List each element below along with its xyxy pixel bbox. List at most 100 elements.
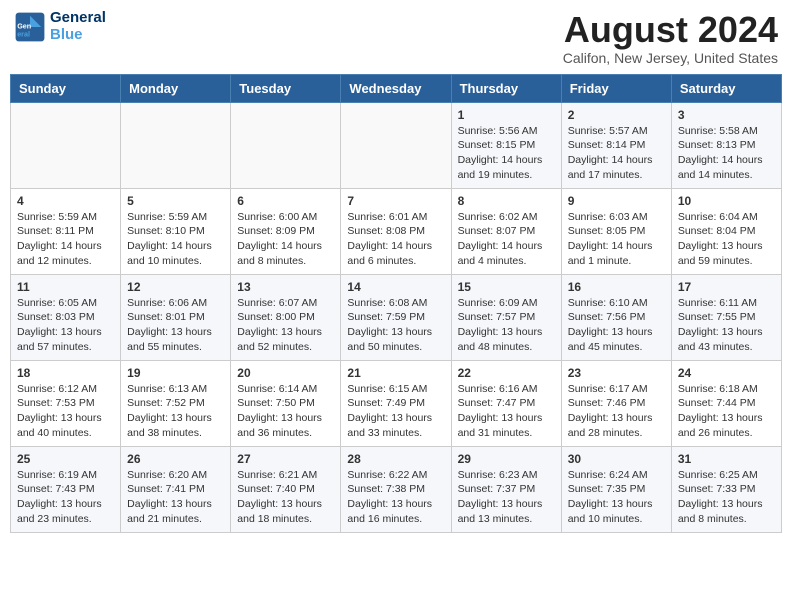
day-info: Sunrise: 5:57 AM Sunset: 8:14 PM Dayligh… (568, 124, 665, 183)
day-info: Sunrise: 6:25 AM Sunset: 7:33 PM Dayligh… (678, 468, 775, 527)
calendar-cell (11, 102, 121, 188)
day-number: 1 (458, 108, 555, 122)
day-number: 14 (347, 280, 444, 294)
week-row-5: 25 Sunrise: 6:19 AM Sunset: 7:43 PM Dayli… (11, 446, 782, 532)
day-number: 11 (17, 280, 114, 294)
day-info: Sunrise: 6:14 AM Sunset: 7:50 PM Dayligh… (237, 382, 334, 441)
week-row-3: 11 Sunrise: 6:05 AM Sunset: 8:03 PM Dayli… (11, 274, 782, 360)
day-info: Sunrise: 6:06 AM Sunset: 8:01 PM Dayligh… (127, 296, 224, 355)
calendar-cell: 6 Sunrise: 6:00 AM Sunset: 8:09 PM Daylig… (231, 188, 341, 274)
day-info: Sunrise: 6:09 AM Sunset: 7:57 PM Dayligh… (458, 296, 555, 355)
calendar-cell: 7Sunrise: 6:01 AM Sunset: 8:08 PM Daylig… (341, 188, 451, 274)
logo: Gen eral General Blue (14, 10, 106, 43)
day-number: 22 (458, 366, 555, 380)
calendar-cell: 2 Sunrise: 5:57 AM Sunset: 8:14 PM Daylig… (561, 102, 671, 188)
day-number: 16 (568, 280, 665, 294)
calendar-cell: 25 Sunrise: 6:19 AM Sunset: 7:43 PM Dayli… (11, 446, 121, 532)
day-info: Sunrise: 6:13 AM Sunset: 7:52 PM Dayligh… (127, 382, 224, 441)
day-info: Sunrise: 6:19 AM Sunset: 7:43 PM Dayligh… (17, 468, 114, 527)
calendar-cell: 23Sunrise: 6:17 AM Sunset: 7:46 PM Dayli… (561, 360, 671, 446)
calendar-cell: 10 Sunrise: 6:04 AM Sunset: 8:04 PM Dayli… (671, 188, 781, 274)
day-info: Sunrise: 6:00 AM Sunset: 8:09 PM Dayligh… (237, 210, 334, 269)
day-info: Sunrise: 6:12 AM Sunset: 7:53 PM Dayligh… (17, 382, 114, 441)
day-number: 13 (237, 280, 334, 294)
page-header: Gen eral General Blue August 2024 Califo… (10, 10, 782, 66)
calendar-cell: 22Sunrise: 6:16 AM Sunset: 7:47 PM Dayli… (451, 360, 561, 446)
day-number: 6 (237, 194, 334, 208)
calendar-cell (341, 102, 451, 188)
month-year-title: August 2024 (563, 10, 778, 50)
day-number: 28 (347, 452, 444, 466)
day-info: Sunrise: 5:59 AM Sunset: 8:11 PM Dayligh… (17, 210, 114, 269)
calendar-cell: 26Sunrise: 6:20 AM Sunset: 7:41 PM Dayli… (121, 446, 231, 532)
day-info: Sunrise: 6:04 AM Sunset: 8:04 PM Dayligh… (678, 210, 775, 269)
day-info: Sunrise: 5:59 AM Sunset: 8:10 PM Dayligh… (127, 210, 224, 269)
calendar-cell: 5 Sunrise: 5:59 AM Sunset: 8:10 PM Daylig… (121, 188, 231, 274)
calendar-cell: 28 Sunrise: 6:22 AM Sunset: 7:38 PM Dayli… (341, 446, 451, 532)
weekday-header-wednesday: Wednesday (341, 74, 451, 102)
weekday-header-sunday: Sunday (11, 74, 121, 102)
calendar-cell: 27Sunrise: 6:21 AM Sunset: 7:40 PM Dayli… (231, 446, 341, 532)
day-info: Sunrise: 6:24 AM Sunset: 7:35 PM Dayligh… (568, 468, 665, 527)
calendar-cell (121, 102, 231, 188)
day-info: Sunrise: 6:10 AM Sunset: 7:56 PM Dayligh… (568, 296, 665, 355)
day-number: 9 (568, 194, 665, 208)
location-subtitle: Califon, New Jersey, United States (563, 50, 778, 66)
day-info: Sunrise: 6:20 AM Sunset: 7:41 PM Dayligh… (127, 468, 224, 527)
day-number: 20 (237, 366, 334, 380)
title-block: August 2024 Califon, New Jersey, United … (563, 10, 778, 66)
calendar-cell: 29Sunrise: 6:23 AM Sunset: 7:37 PM Dayli… (451, 446, 561, 532)
day-number: 5 (127, 194, 224, 208)
calendar-cell: 20 Sunrise: 6:14 AM Sunset: 7:50 PM Dayli… (231, 360, 341, 446)
day-number: 21 (347, 366, 444, 380)
weekday-header-row: SundayMondayTuesdayWednesdayThursdayFrid… (11, 74, 782, 102)
week-row-2: 4 Sunrise: 5:59 AM Sunset: 8:11 PM Daylig… (11, 188, 782, 274)
calendar-cell: 19 Sunrise: 6:13 AM Sunset: 7:52 PM Dayli… (121, 360, 231, 446)
day-number: 23 (568, 366, 665, 380)
weekday-header-tuesday: Tuesday (231, 74, 341, 102)
day-number: 8 (458, 194, 555, 208)
calendar-cell: 3 Sunrise: 5:58 AM Sunset: 8:13 PM Daylig… (671, 102, 781, 188)
weekday-header-friday: Friday (561, 74, 671, 102)
svg-text:eral: eral (17, 29, 30, 38)
calendar-cell: 17Sunrise: 6:11 AM Sunset: 7:55 PM Dayli… (671, 274, 781, 360)
day-number: 4 (17, 194, 114, 208)
weekday-header-monday: Monday (121, 74, 231, 102)
calendar-cell: 21 Sunrise: 6:15 AM Sunset: 7:49 PM Dayli… (341, 360, 451, 446)
day-info: Sunrise: 5:58 AM Sunset: 8:13 PM Dayligh… (678, 124, 775, 183)
day-number: 24 (678, 366, 775, 380)
calendar-cell: 11 Sunrise: 6:05 AM Sunset: 8:03 PM Dayli… (11, 274, 121, 360)
week-row-4: 18Sunrise: 6:12 AM Sunset: 7:53 PM Dayli… (11, 360, 782, 446)
weekday-header-saturday: Saturday (671, 74, 781, 102)
day-info: Sunrise: 6:05 AM Sunset: 8:03 PM Dayligh… (17, 296, 114, 355)
day-info: Sunrise: 6:02 AM Sunset: 8:07 PM Dayligh… (458, 210, 555, 269)
day-info: Sunrise: 6:22 AM Sunset: 7:38 PM Dayligh… (347, 468, 444, 527)
calendar-cell (231, 102, 341, 188)
day-number: 30 (568, 452, 665, 466)
day-number: 27 (237, 452, 334, 466)
day-number: 19 (127, 366, 224, 380)
day-number: 7 (347, 194, 444, 208)
day-number: 15 (458, 280, 555, 294)
calendar-cell: 15 Sunrise: 6:09 AM Sunset: 7:57 PM Dayli… (451, 274, 561, 360)
calendar-cell: 13Sunrise: 6:07 AM Sunset: 8:00 PM Dayli… (231, 274, 341, 360)
calendar-cell: 30 Sunrise: 6:24 AM Sunset: 7:35 PM Dayli… (561, 446, 671, 532)
calendar-cell: 4 Sunrise: 5:59 AM Sunset: 8:11 PM Daylig… (11, 188, 121, 274)
day-number: 17 (678, 280, 775, 294)
day-number: 25 (17, 452, 114, 466)
calendar-cell: 24 Sunrise: 6:18 AM Sunset: 7:44 PM Dayli… (671, 360, 781, 446)
day-number: 10 (678, 194, 775, 208)
calendar-cell: 8 Sunrise: 6:02 AM Sunset: 8:07 PM Daylig… (451, 188, 561, 274)
day-number: 2 (568, 108, 665, 122)
day-number: 3 (678, 108, 775, 122)
calendar-cell: 31Sunrise: 6:25 AM Sunset: 7:33 PM Dayli… (671, 446, 781, 532)
calendar-cell: 16 Sunrise: 6:10 AM Sunset: 7:56 PM Dayli… (561, 274, 671, 360)
day-info: Sunrise: 6:15 AM Sunset: 7:49 PM Dayligh… (347, 382, 444, 441)
day-info: Sunrise: 5:56 AM Sunset: 8:15 PM Dayligh… (458, 124, 555, 183)
calendar-cell: 18Sunrise: 6:12 AM Sunset: 7:53 PM Dayli… (11, 360, 121, 446)
day-info: Sunrise: 6:03 AM Sunset: 8:05 PM Dayligh… (568, 210, 665, 269)
day-info: Sunrise: 6:18 AM Sunset: 7:44 PM Dayligh… (678, 382, 775, 441)
day-info: Sunrise: 6:08 AM Sunset: 7:59 PM Dayligh… (347, 296, 444, 355)
calendar-cell: 14 Sunrise: 6:08 AM Sunset: 7:59 PM Dayli… (341, 274, 451, 360)
logo-text: General Blue (50, 10, 106, 43)
